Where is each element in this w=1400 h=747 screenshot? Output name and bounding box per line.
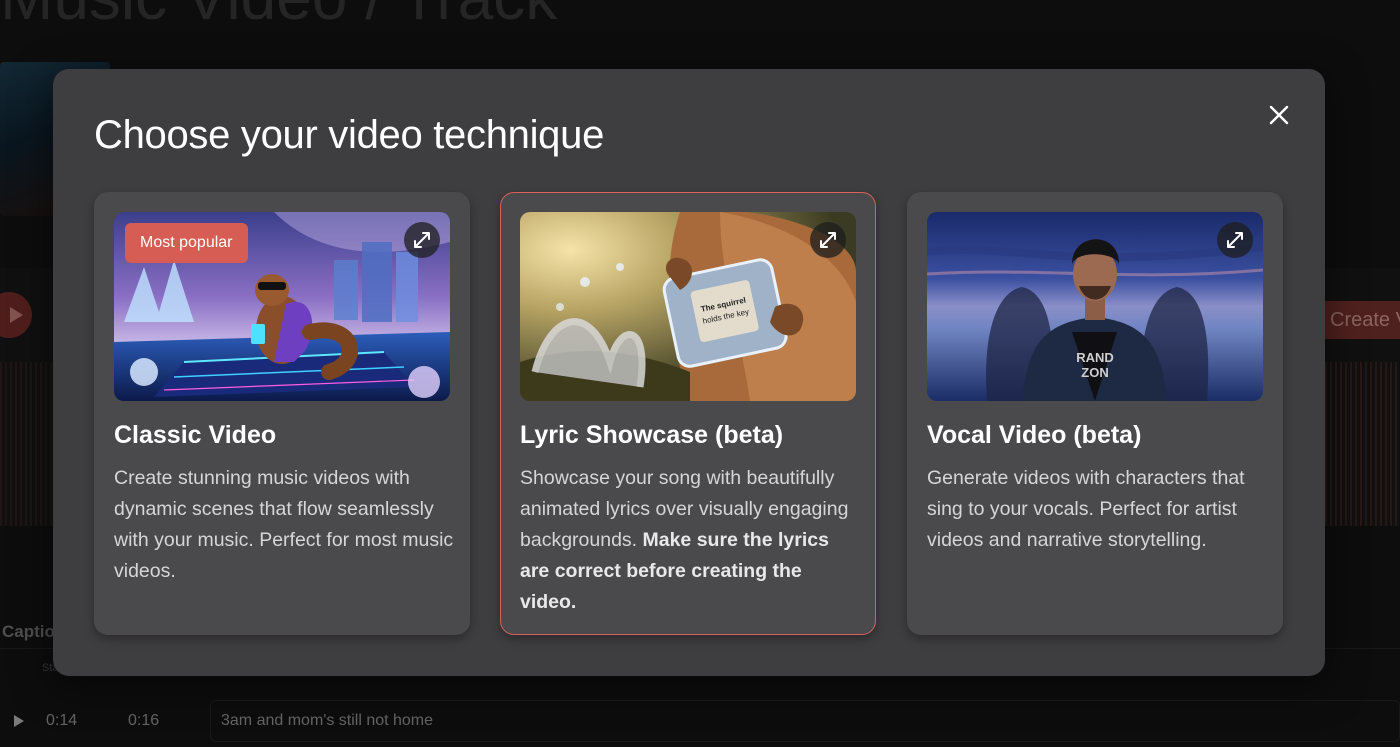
vocal-video-thumbnail: RAND ZON (927, 212, 1263, 401)
close-icon (1269, 105, 1289, 125)
lyric-showcase-title: Lyric Showcase (beta) (520, 421, 784, 449)
technique-card-vocal-video[interactable]: RAND ZON Vocal Video (beta) Generate vid… (907, 192, 1283, 635)
vocal-video-image: RAND ZON (927, 212, 1263, 401)
video-technique-modal: Choose your video technique Most popular… (53, 69, 1325, 676)
lyric-showcase-description: Showcase your song with beautifully anim… (520, 463, 860, 618)
shirt-text-line-1: RAND (1076, 350, 1114, 365)
close-button[interactable] (1263, 99, 1295, 131)
most-popular-badge: Most popular (125, 223, 248, 263)
modal-title: Choose your video technique (94, 113, 605, 157)
lyric-showcase-image: The squirrel holds the key (520, 212, 856, 401)
shirt-text-line-2: ZON (1081, 365, 1108, 380)
classic-video-title: Classic Video (114, 421, 277, 449)
expand-icon (1227, 232, 1243, 248)
technique-card-lyric-showcase[interactable]: The squirrel holds the key Lyric Showcas… (500, 192, 876, 635)
lyric-showcase-expand-button[interactable] (810, 222, 846, 258)
expand-icon (820, 232, 836, 248)
vocal-video-expand-button[interactable] (1217, 222, 1253, 258)
classic-video-expand-button[interactable] (404, 222, 440, 258)
technique-card-classic-video[interactable]: Most popular Classic Video Create stunni… (94, 192, 470, 635)
lyric-showcase-thumbnail: The squirrel holds the key (520, 212, 856, 401)
classic-video-thumbnail: Most popular (114, 212, 450, 401)
vocal-video-description: Generate videos with characters that sin… (927, 467, 1245, 551)
classic-video-description: Create stunning music videos with dynami… (114, 467, 454, 582)
expand-icon (414, 232, 430, 248)
vocal-video-title: Vocal Video (beta) (927, 421, 1142, 449)
app-page: Music Video / Track Create Video Caption… (0, 0, 1400, 747)
